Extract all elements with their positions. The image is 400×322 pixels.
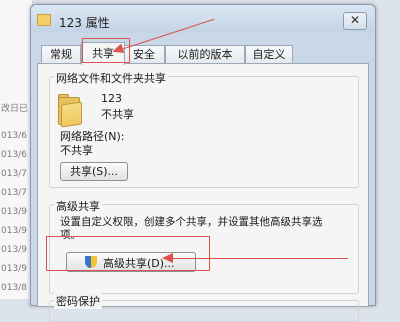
background-date-cell: 013/6 bbox=[1, 131, 27, 141]
uac-shield-icon bbox=[85, 256, 97, 268]
folder-share-status: 不共享 bbox=[101, 108, 134, 121]
close-button[interactable]: ✕ bbox=[343, 12, 367, 30]
window-title: 123 属性 bbox=[59, 16, 110, 30]
network-path-value: 不共享 bbox=[60, 144, 93, 157]
folder-icon bbox=[37, 14, 51, 26]
folder-name: 123 bbox=[101, 92, 122, 105]
background-date-cell: 013/9 bbox=[1, 207, 27, 217]
background-date-cell: 013/8 bbox=[1, 283, 27, 293]
properties-dialog: 123 属性 ✕ 常规 共享 安全 以前的版本 自定义 网络文件和文件夹共享 1… bbox=[30, 4, 376, 322]
share-button[interactable]: 共享(S)... bbox=[60, 162, 128, 181]
close-icon: ✕ bbox=[349, 13, 361, 27]
background-date-cell: 013/9 bbox=[1, 226, 27, 236]
advanced-sharing-description-cont: 项。 bbox=[60, 229, 81, 241]
background-date-cell: 013/6 bbox=[1, 150, 27, 160]
tab-previous-versions[interactable]: 以前的版本 bbox=[165, 45, 245, 64]
tab-customize[interactable]: 自定义 bbox=[245, 45, 293, 64]
sharing-panel: 网络文件和文件夹共享 123 不共享 网络路径(N): 不共享 共享(S)...… bbox=[37, 63, 369, 322]
background-date-cell: 013/9 bbox=[1, 245, 27, 255]
background-file-list: 改日已 013/6 013/6 013/7 013/7 013/9 013/9 … bbox=[0, 0, 33, 299]
network-sharing-title: 网络文件和文件夹共享 bbox=[54, 70, 168, 86]
shared-folder-icon bbox=[58, 94, 82, 128]
annotation-arrow-line-button bbox=[172, 258, 348, 259]
tab-general[interactable]: 常规 bbox=[41, 45, 81, 64]
background-date-cell: 013/7 bbox=[1, 188, 27, 198]
background-date-cell: 013/9 bbox=[1, 264, 27, 274]
advanced-sharing-title: 高级共享 bbox=[54, 198, 102, 214]
background-date-cell: 013/7 bbox=[1, 169, 27, 179]
tab-security[interactable]: 安全 bbox=[123, 45, 165, 64]
annotation-arrow-head-button bbox=[162, 253, 173, 263]
password-protection-title: 密码保护 bbox=[54, 293, 102, 309]
advanced-sharing-button[interactable]: 高级共享(D)... bbox=[66, 252, 196, 272]
title-bar[interactable]: 123 属性 ✕ bbox=[31, 5, 375, 33]
advanced-sharing-description: 设置自定义权限，创建多个共享，并设置其他高级共享选 bbox=[60, 216, 323, 228]
background-column-header: 改日已 bbox=[1, 104, 29, 114]
